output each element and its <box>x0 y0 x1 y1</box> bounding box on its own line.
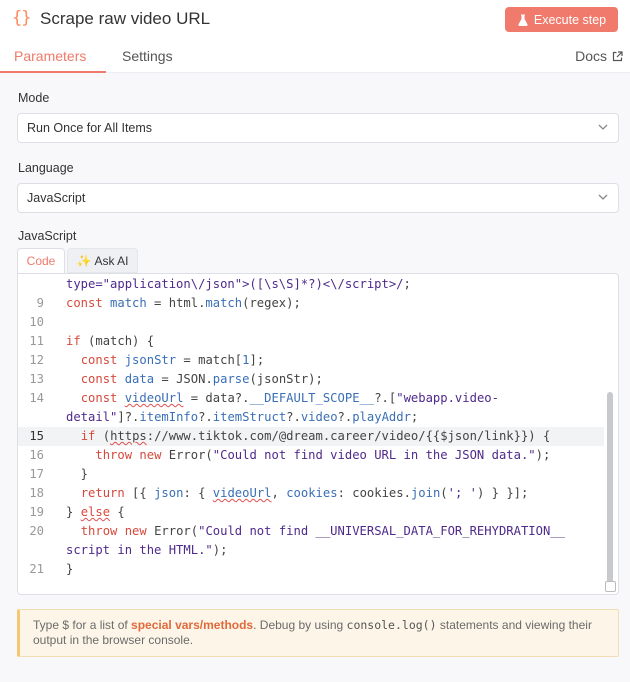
code-line: 19} else { <box>29 505 125 519</box>
docs-link[interactable]: Docs <box>575 48 623 64</box>
tab-code[interactable]: Code <box>17 248 65 273</box>
language-select[interactable]: JavaScript <box>17 183 619 213</box>
code-editor[interactable]: type="application\/json">([\s\S]*?)<\/sc… <box>17 273 619 595</box>
flask-icon <box>518 14 528 26</box>
code-line: 9 const match = html.match(regex); <box>36 296 301 310</box>
code-line: 15 if (https://www.tiktok.com/@dream.car… <box>18 427 604 446</box>
code-line: type="application\/json">([\s\S]*?)<\/sc… <box>66 277 411 291</box>
node-title[interactable]: Scrape raw video URL <box>40 9 210 29</box>
chevron-down-icon <box>598 194 608 200</box>
code-line: 13 const data = JSON.parse(jsonStr); <box>29 372 323 386</box>
node-tabs: Parameters Settings Docs <box>0 40 630 73</box>
node-header: {} Scrape raw video URL Execute step <box>0 0 630 40</box>
code-line: 17 } <box>29 467 89 481</box>
code-line: 11 if (match) { <box>29 334 155 348</box>
special-vars-link[interactable]: special vars/methods <box>131 618 253 632</box>
code-line: 14 const videoUrl = data?.__DEFAULT_SCOP… <box>29 391 499 405</box>
code-line: 16 throw new Error("Could not find video… <box>29 448 551 462</box>
resize-handle-icon[interactable] <box>605 581 616 592</box>
hint-text: . Debug by using <box>253 618 347 632</box>
external-link-icon <box>612 50 623 61</box>
chevron-down-icon <box>598 124 608 130</box>
execute-step-label: Execute step <box>533 12 607 27</box>
code-hint: Type $ for a list of special vars/method… <box>17 609 619 657</box>
execute-step-button[interactable]: Execute step <box>505 7 618 32</box>
tab-settings[interactable]: Settings <box>122 48 173 64</box>
hint-code: console.log() <box>346 618 437 632</box>
code-line: 21} <box>29 562 74 576</box>
code-braces-icon: {} <box>12 8 32 28</box>
mode-value: Run Once for All Items <box>27 121 153 135</box>
javascript-label: JavaScript <box>18 229 77 243</box>
mode-label: Mode <box>18 91 50 105</box>
code-line: 12 const jsonStr = match[1]; <box>29 353 265 367</box>
code-line: script in the HTML."); <box>66 543 228 557</box>
tab-ask-ai[interactable]: ✨ Ask AI <box>67 248 138 273</box>
tab-parameters[interactable]: Parameters <box>14 48 86 64</box>
code-line: 18 return [{ json: { videoUrl, cookies: … <box>29 486 529 500</box>
sparkle-icon: ✨ <box>76 253 92 268</box>
docs-label: Docs <box>575 48 607 64</box>
code-line: 20 throw new Error("Could not find __UNI… <box>29 524 565 538</box>
code-line: detail"]?.itemInfo?.itemStruct?.video?.p… <box>66 410 419 424</box>
language-value: JavaScript <box>27 191 86 205</box>
language-label: Language <box>18 161 74 175</box>
editor-scrollbar[interactable] <box>607 392 613 588</box>
hint-text: Type $ for a list of <box>33 618 132 632</box>
mode-select[interactable]: Run Once for All Items <box>17 113 619 143</box>
code-line: 10 <box>29 315 44 329</box>
ask-ai-label: Ask AI <box>94 253 129 268</box>
